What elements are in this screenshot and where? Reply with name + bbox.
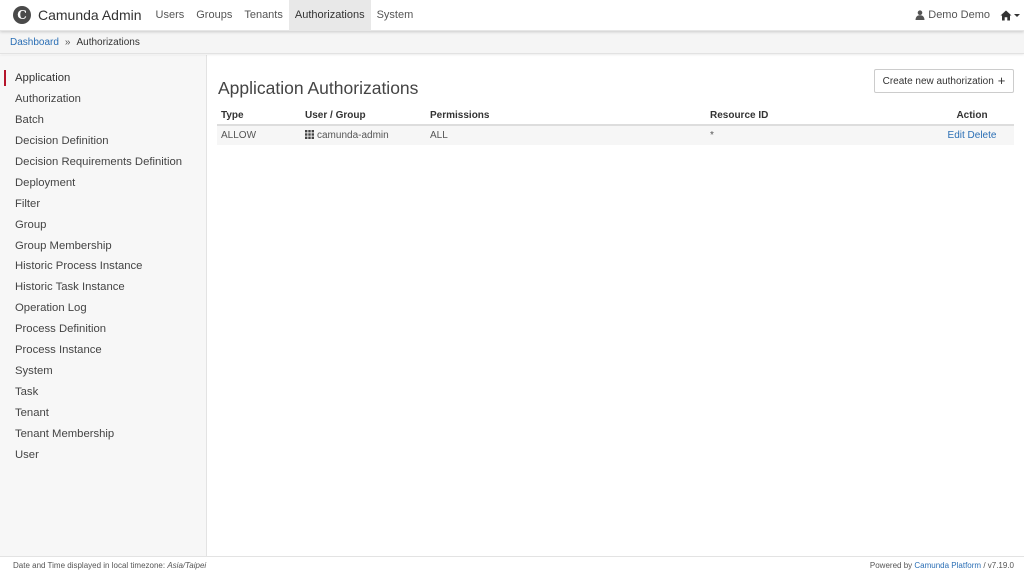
powered-by-text: Powered by (869, 560, 913, 570)
timezone-value: Asia/Taipei (167, 560, 207, 570)
sidebar-item-historic-process-instance[interactable]: Historic Process Instance (0, 256, 206, 277)
sidebar-item-tenant-membership[interactable]: Tenant Membership (0, 424, 206, 445)
sidebar-item-batch[interactable]: Batch (0, 110, 206, 131)
user-group-name: camunda-admin (317, 130, 389, 141)
home-menu[interactable] (998, 10, 1024, 21)
main-content: Application Authorizations Create new au… (207, 55, 1024, 556)
sidebar-item-tenant[interactable]: Tenant (0, 403, 206, 424)
sidebar-item-user[interactable]: User (0, 445, 206, 466)
footer-powered-by: Powered by Camunda Platform / v7.19.0 (870, 561, 1014, 570)
column-header-user-group[interactable]: User / Group (301, 106, 426, 126)
authorizations-table: Type User / Group Permissions Resource I… (217, 106, 1014, 145)
sidebar-item-application[interactable]: Application (0, 68, 206, 89)
sidebar-item-group-membership[interactable]: Group Membership (0, 236, 206, 257)
user-icon (915, 10, 925, 20)
breadcrumb-current: Authorizations (76, 36, 140, 48)
column-header-type[interactable]: Type (217, 106, 301, 126)
home-icon (1000, 10, 1012, 20)
user-menu[interactable]: Demo Demo (907, 9, 998, 21)
delete-link[interactable]: Delete (968, 130, 997, 141)
sidebar-item-decision-requirements-definition[interactable]: Decision Requirements Definition (0, 152, 206, 173)
cell-resource-id: * (706, 125, 930, 145)
sidebar-item-task[interactable]: Task (0, 382, 206, 403)
nav-right: Demo Demo (907, 0, 1024, 31)
nav-item-authorizations[interactable]: Authorizations (288, 0, 371, 31)
cell-type: ALLOW (217, 125, 301, 145)
footer: Date and Time displayed in local timezon… (0, 556, 1024, 573)
camunda-platform-link[interactable]: Camunda Platform (914, 561, 981, 570)
version-text: / v7.19.0 (983, 560, 1014, 570)
cell-permissions: ALL (426, 125, 706, 145)
nav-item-tenants[interactable]: Tenants (238, 0, 289, 31)
table-header-row: Type User / Group Permissions Resource I… (217, 106, 1014, 126)
column-header-resource-id[interactable]: Resource ID (706, 106, 930, 126)
sidebar-item-process-instance[interactable]: Process Instance (0, 340, 206, 361)
cell-action: Edit Delete (930, 125, 1014, 145)
nav-item-groups[interactable]: Groups (190, 0, 238, 31)
sidebar-item-historic-task-instance[interactable]: Historic Task Instance (0, 277, 206, 298)
plus-icon: + (997, 73, 1006, 88)
top-navbar: C Camunda Admin Users Groups Tenants Aut… (0, 0, 1024, 31)
breadcrumb: Dashboard » Authorizations (0, 31, 1024, 54)
sidebar-item-filter[interactable]: Filter (0, 194, 206, 215)
column-header-permissions[interactable]: Permissions (426, 106, 706, 126)
breadcrumb-dashboard-link[interactable]: Dashboard (10, 37, 59, 48)
cell-user-group: camunda-admin (301, 125, 426, 145)
create-authorization-button[interactable]: Create new authorization + (874, 69, 1014, 93)
sidebar-item-operation-log[interactable]: Operation Log (0, 298, 206, 319)
nav-item-users[interactable]: Users (150, 0, 191, 31)
sidebar-item-authorization[interactable]: Authorization (0, 89, 206, 110)
timezone-prefix: Date and Time displayed in local timezon… (13, 560, 166, 570)
breadcrumb-separator: » (64, 36, 71, 48)
user-name: Demo Demo (928, 9, 990, 21)
sidebar-item-deployment[interactable]: Deployment (0, 173, 206, 194)
sidebar-item-process-definition[interactable]: Process Definition (0, 319, 206, 340)
group-grid-icon (305, 130, 314, 139)
sidebar-item-system[interactable]: System (0, 361, 206, 382)
table-row: ALLOW camunda-admin ALL * Edit Delete (217, 125, 1014, 145)
brand[interactable]: C Camunda Admin (0, 0, 150, 31)
footer-timezone: Date and Time displayed in local timezon… (13, 561, 206, 570)
column-header-action: Action (930, 106, 1014, 126)
main-nav: Users Groups Tenants Authorizations Syst… (150, 0, 420, 31)
sidebar-item-decision-definition[interactable]: Decision Definition (0, 131, 206, 152)
edit-link[interactable]: Edit (948, 130, 965, 141)
create-authorization-label: Create new authorization (882, 75, 994, 87)
app-title: Camunda Admin (38, 7, 142, 23)
sidebar-item-group[interactable]: Group (0, 215, 206, 236)
chevron-down-icon (1014, 13, 1020, 17)
page-title: Application Authorizations (218, 78, 419, 98)
camunda-logo-icon: C (13, 6, 31, 24)
nav-item-system[interactable]: System (371, 0, 420, 31)
sidebar: Application Authorization Batch Decision… (0, 55, 207, 556)
